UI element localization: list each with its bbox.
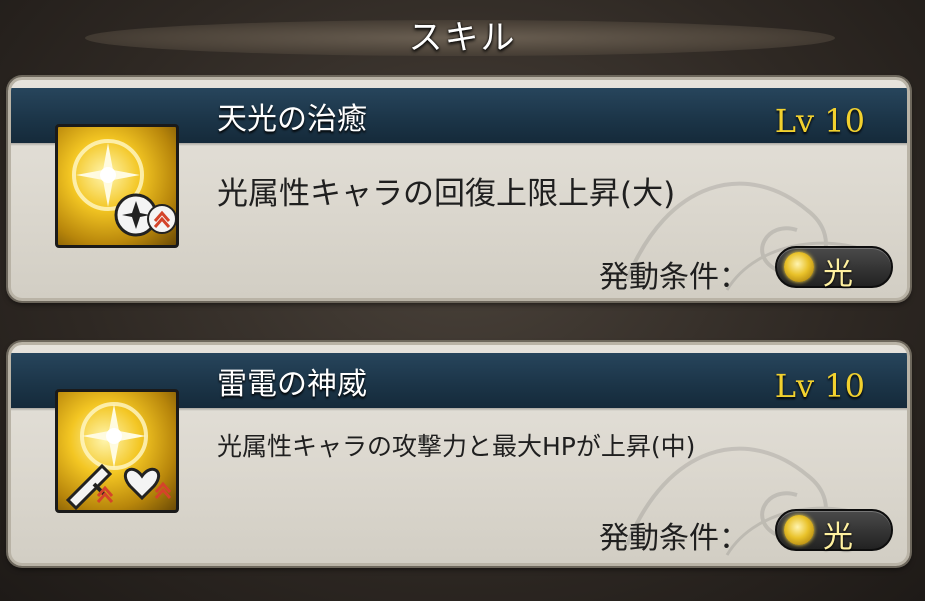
light-element-icon: [784, 515, 814, 545]
condition-value: 光: [823, 520, 853, 555]
skill-name: 雷電の神威: [217, 367, 367, 402]
skill-level: Lv 10: [774, 367, 865, 405]
condition-value: 光: [823, 257, 853, 292]
skill-icon-heal: [55, 124, 179, 248]
skill-name: 天光の治癒: [217, 102, 367, 137]
condition-label: 発動条件：: [599, 521, 749, 556]
condition-badge: 光: [775, 509, 893, 555]
condition-label: 発動条件：: [599, 260, 749, 295]
skill-card-1[interactable]: 天光の治癒 Lv 10 光属性キャラの回復上限上昇(大) 発動条件： 光: [8, 77, 910, 301]
skill-description: 光属性キャラの攻撃力と最大HPが上昇(中): [217, 432, 696, 461]
light-element-icon: [784, 252, 814, 282]
skill-description: 光属性キャラの回復上限上昇(大): [217, 176, 676, 212]
skill-card-2[interactable]: 雷電の神威 Lv 10 光属性キャラの攻撃力と最大HPが上昇(中) 発動条件： …: [8, 342, 910, 566]
skill-icon-attack-hp: [55, 389, 179, 513]
page-title: スキル: [408, 18, 517, 58]
skill-level: Lv 10: [774, 102, 865, 140]
condition-badge: 光: [775, 246, 893, 292]
